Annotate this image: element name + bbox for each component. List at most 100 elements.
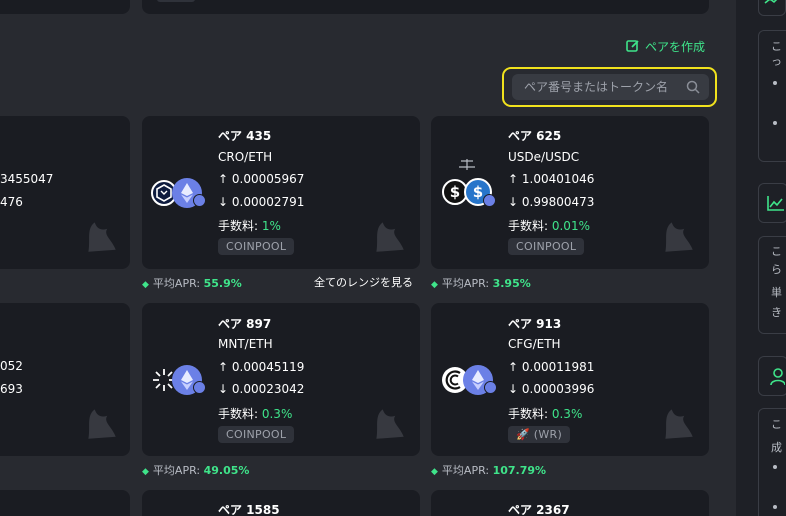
fee-label: 手数料: [218, 407, 262, 421]
sidebar-info-box-2: こ ら 単 き [758, 236, 786, 334]
apr-label: 平均APR: [441, 277, 493, 290]
sidebar-icon-box-1[interactable] [758, 0, 786, 16]
search-box-highlight [502, 67, 717, 107]
price-up: ↑ 1.00401046 [508, 172, 594, 186]
pair-title: ペア 625 [508, 129, 562, 143]
pair-card-2367[interactable]: ペア 2367 [431, 490, 709, 516]
bullet-dot [773, 121, 777, 125]
chain-badge-icon [483, 194, 496, 207]
bullet-dot [773, 81, 777, 85]
partial-up-value: 3455047 [0, 172, 54, 186]
chart-icon [764, 0, 778, 4]
diamond-icon: ◆ [431, 280, 438, 290]
apr-value: 3.95% [492, 277, 531, 290]
sidebar-text: ら [771, 263, 782, 276]
user-icon [770, 368, 786, 386]
arrow-up-icon: ↑ [218, 172, 229, 186]
pool-tag: 🚀 (WR) [508, 426, 571, 443]
price-down-value: 0.00003996 [521, 382, 595, 396]
edit-icon [626, 40, 639, 52]
apr-625: ◆ 平均APR: 3.95% [431, 275, 531, 291]
fee-value: 0.3% [261, 407, 293, 421]
uniswap-watermark-icon [665, 409, 693, 439]
diamond-icon: ◆ [431, 467, 438, 477]
arrow-down-icon: ↓ [508, 382, 519, 396]
fee-label: 手数料: [508, 407, 552, 421]
apr-label: 平均APR: [441, 464, 493, 477]
price-down: ↓ 0.99800473 [508, 195, 594, 209]
fee-value: 1% [261, 219, 281, 233]
pair-card-435[interactable]: ペア 435 CRO/ETH ↑ 0.00005967 ↓ 0.00002791… [142, 116, 420, 269]
pair-name: USDe/USDC [508, 150, 580, 164]
pair-title: ペア 897 [218, 317, 272, 331]
view-all-ranges-link[interactable]: 全てのレンジを見る [314, 274, 413, 290]
apr-label: 平均APR: [152, 464, 204, 477]
chain-badge-icon [484, 381, 497, 394]
sidebar-text: き [771, 306, 782, 319]
price-down: ↓ 0.00002791 [218, 195, 304, 209]
scale-icon [459, 159, 475, 170]
uniswap-watermark-icon [376, 409, 404, 439]
price-down-value: 0.00002791 [231, 195, 305, 209]
search-input[interactable] [512, 74, 682, 100]
partial-down-value: 693 [0, 382, 23, 396]
fee-value: 0.01% [551, 219, 590, 233]
apr-value: 107.79% [492, 464, 547, 477]
pair-card-1585[interactable]: ペア 1585 [142, 490, 420, 516]
trend-chart-icon [767, 196, 784, 211]
sidebar-text: こ [771, 245, 782, 258]
apr-897: ◆ 平均APR: 49.05% [142, 462, 249, 478]
bullet-dot [773, 505, 777, 509]
sidebar-text: こ [771, 418, 782, 431]
partial-card-top-left [0, 0, 130, 14]
uniswap-watermark-icon [376, 222, 404, 252]
pair-card-625[interactable]: $ $ ペア 625 USDe/USDC ↑ 1.00401046 ↓ 0.99… [431, 116, 709, 269]
sidebar-text: 成 [771, 441, 782, 454]
create-pair-label: ペアを作成 [645, 39, 706, 54]
price-up-value: 1.00401046 [521, 172, 595, 186]
arrow-down-icon: ↓ [218, 382, 229, 396]
pair-title: ペア 2367 [508, 503, 570, 516]
apr-913: ◆ 平均APR: 107.79% [431, 462, 546, 478]
price-up: ↑ 0.00005967 [218, 172, 304, 186]
sidebar-icon-box-2[interactable] [758, 183, 786, 223]
apr-label: 平均APR: [152, 277, 204, 290]
pair-card-897[interactable]: ペア 897 MNT/ETH ↑ 0.00045119 ↓ 0.00023042… [142, 303, 420, 456]
fee-row: 手数料: 0.3% [508, 405, 582, 422]
pair-title: ペア 913 [508, 317, 562, 331]
apr-435: ◆ 平均APR: 55.9% [142, 275, 242, 291]
arrow-up-icon: ↑ [508, 172, 519, 186]
search-field[interactable] [512, 74, 709, 100]
partial-tag-top [157, 0, 195, 2]
arrow-down-icon: ↓ [508, 195, 519, 209]
pool-tag: COINPOOL [508, 238, 585, 255]
pair-title: ペア 435 [218, 129, 272, 143]
price-down: ↓ 0.00023042 [218, 382, 304, 396]
pair-name: CFG/ETH [508, 337, 561, 351]
partial-card-left-row3[interactable] [0, 490, 130, 516]
pair-card-913[interactable]: ペア 913 CFG/ETH ↑ 0.00011981 ↓ 0.00003996… [431, 303, 709, 456]
fee-value: 0.3% [551, 407, 583, 421]
pair-name: MNT/ETH [218, 337, 273, 351]
price-up-value: 0.00011981 [521, 360, 595, 374]
fee-row: 手数料: 1% [218, 217, 281, 234]
partial-card-left-row2[interactable]: 052 693 [0, 303, 130, 456]
create-pair-link[interactable]: ペアを作成 [626, 38, 705, 54]
sidebar-text: こ [771, 40, 782, 53]
partial-up-value: 052 [0, 359, 23, 373]
price-up-value: 0.00045119 [231, 360, 305, 374]
price-up: ↑ 0.00011981 [508, 360, 594, 374]
sidebar-icon-box-3[interactable] [758, 356, 786, 396]
uniswap-watermark-icon [88, 222, 116, 252]
apr-value: 49.05% [203, 464, 250, 477]
bullet-dot [773, 465, 777, 469]
sidebar-info-box-1: こ っ [758, 30, 786, 162]
partial-down-value: 476 [0, 195, 23, 209]
partial-card-left-row1[interactable]: 3455047 476 [0, 116, 130, 269]
search-icon[interactable] [686, 80, 700, 94]
price-down: ↓ 0.00003996 [508, 382, 594, 396]
arrow-down-icon: ↓ [218, 195, 229, 209]
pair-title: ペア 1585 [218, 503, 280, 516]
diamond-icon: ◆ [142, 280, 149, 290]
sidebar-text: っ [771, 55, 782, 68]
